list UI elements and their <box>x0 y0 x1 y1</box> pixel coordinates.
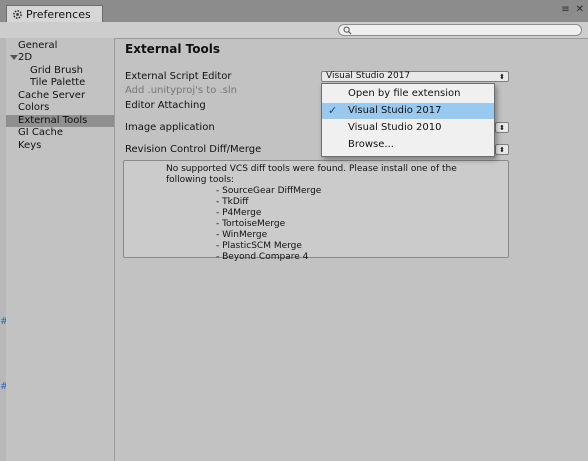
sidebar-item-label: GI Cache <box>18 127 63 138</box>
revision-control-dropdown[interactable]: ⬍ <box>495 144 509 155</box>
menu-icon[interactable]: ≡ <box>561 5 569 15</box>
list-item: - WinMerge <box>216 230 268 240</box>
script-editor-value: Visual Studio 2017 <box>326 71 411 81</box>
list-item: - TkDiff <box>216 197 249 207</box>
dropdown-arrows-icon: ⬍ <box>499 124 505 132</box>
checkmark-icon: ✓ <box>328 104 338 117</box>
menu-item-label: Visual Studio 2010 <box>348 122 442 133</box>
sidebar-item-keys[interactable]: Keys <box>6 140 114 152</box>
sidebar-item-label: General <box>18 40 58 51</box>
sidebar-item-general[interactable]: General <box>6 40 114 52</box>
close-icon[interactable]: ✕ <box>576 5 584 15</box>
sidebar-item-label: Colors <box>18 102 50 113</box>
menu-item-label: Open by file extension <box>348 88 461 99</box>
dropdown-arrows-icon: ⬍ <box>499 73 505 81</box>
editor-attaching-label: Editor Attaching <box>125 100 206 111</box>
menu-item-visual-studio-2017[interactable]: ✓ Visual Studio 2017 <box>322 103 494 119</box>
sidebar-item-2d[interactable]: 2D <box>6 52 114 64</box>
sidebar-item-colors[interactable]: Colors <box>6 102 114 114</box>
foldout-arrow-icon[interactable] <box>10 55 18 60</box>
vcs-help-box: No supported VCS diff tools were found. … <box>123 160 509 262</box>
script-editor-menu: Open by file extension ✓ Visual Studio 2… <box>321 83 495 157</box>
gear-icon <box>12 9 23 20</box>
list-item: - PlasticSCM Merge <box>216 241 302 251</box>
title-bar: Preferences ≡ ✕ <box>0 0 588 22</box>
sidebar-item-label: External Tools <box>18 115 88 126</box>
tools-list: - SourceGear DiffMerge - TkDiff - P4Merg… <box>216 186 321 263</box>
dropdown-arrows-icon: ⬍ <box>499 146 505 154</box>
sidebar-item-external-tools[interactable]: External Tools <box>6 115 114 127</box>
menu-item-label: Visual Studio 2017 <box>348 105 442 116</box>
sidebar-item-gi-cache[interactable]: GI Cache <box>6 127 114 139</box>
sidebar-item-cache-server[interactable]: Cache Server <box>6 90 114 102</box>
sidebar-item-label: Cache Server <box>18 90 86 101</box>
list-item: - Beyond Compare 4 <box>216 252 309 262</box>
preferences-sidebar: General 2D Grid Brush Tile Palette Cache… <box>6 38 115 461</box>
script-editor-label: External Script Editor <box>125 71 232 82</box>
tab-title: Preferences <box>26 7 91 21</box>
script-editor-dropdown[interactable]: Visual Studio 2017 ⬍ <box>321 71 509 82</box>
sidebar-item-label: Grid Brush <box>30 65 84 76</box>
menu-item-visual-studio-2010[interactable]: Visual Studio 2010 <box>322 120 494 136</box>
help-message: No supported VCS diff tools were found. … <box>166 164 457 185</box>
menu-item-label: Browse... <box>348 139 394 150</box>
preferences-tab[interactable]: Preferences <box>6 5 103 22</box>
menu-item-browse[interactable]: Browse... <box>322 137 494 153</box>
add-unityproj-label: Add .unityproj's to .sln <box>125 85 238 96</box>
window-controls: ≡ ✕ <box>561 5 584 15</box>
image-application-dropdown[interactable]: ⬍ <box>495 122 509 133</box>
page-title: External Tools <box>125 42 220 56</box>
sidebar-item-label: Keys <box>18 140 42 151</box>
sidebar-item-grid-brush[interactable]: Grid Brush <box>6 65 114 77</box>
list-item: - TortoiseMerge <box>216 219 286 229</box>
sidebar-item-label: 2D <box>18 52 33 63</box>
toolbar <box>0 22 588 39</box>
search-icon <box>343 26 352 35</box>
image-application-label: Image application <box>125 122 215 133</box>
sidebar-item-tile-palette[interactable]: Tile Palette <box>6 77 114 89</box>
menu-item-open-by-extension[interactable]: Open by file extension <box>322 86 494 102</box>
list-item: - P4Merge <box>216 208 262 218</box>
list-item: - SourceGear DiffMerge <box>216 186 322 196</box>
revision-control-label: Revision Control Diff/Merge <box>125 144 262 155</box>
sidebar-item-label: Tile Palette <box>30 77 86 88</box>
search-input[interactable] <box>338 24 582 36</box>
